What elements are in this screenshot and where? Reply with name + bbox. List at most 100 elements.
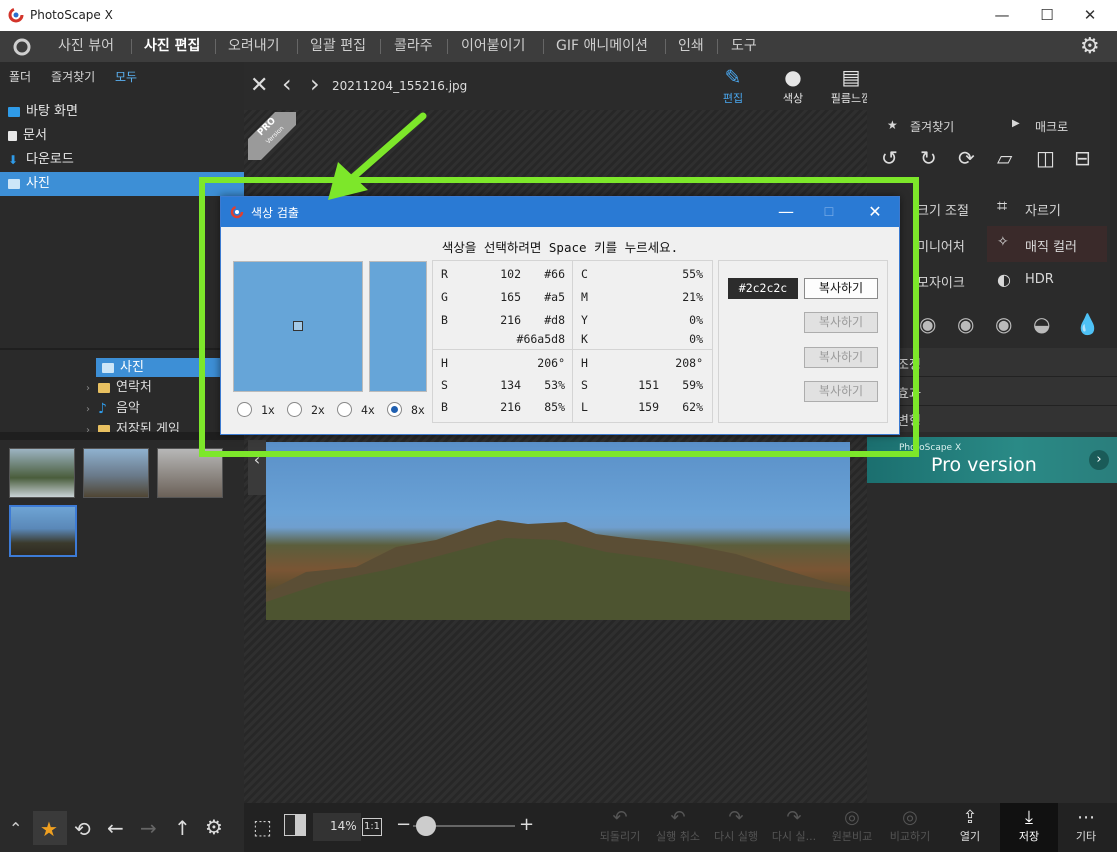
zoom-1x-label: 1x (261, 403, 275, 417)
tab-folders[interactable]: 폴더 (9, 68, 31, 85)
up-arrow-icon[interactable]: ↑ (174, 816, 191, 840)
tree-item-pictures[interactable]: 사진 (0, 172, 244, 196)
minimize-button[interactable]: — (980, 4, 1024, 28)
rotate-right-icon[interactable]: ↻ (920, 146, 937, 170)
thumbnail-4-selected[interactable] (9, 505, 77, 557)
folder-settings-gear-icon[interactable]: ⚙ (205, 815, 223, 839)
rotate-left-icon[interactable]: ↺ (881, 146, 898, 170)
crop-icon[interactable]: ⌗ (997, 196, 1007, 217)
original-compare-button[interactable]: ◎ 원본비교 (822, 807, 882, 844)
menu-photo-editor[interactable]: 사진 편집 (144, 31, 200, 62)
tab-favorites[interactable]: 즐겨찾기 (51, 68, 95, 85)
refresh-icon[interactable]: ⟲ (74, 817, 91, 841)
flip-vertical-icon[interactable]: ⊟ (1074, 146, 1091, 170)
zoom-4x-radio[interactable] (337, 402, 352, 417)
menu-collage[interactable]: 콜라주 (394, 31, 433, 62)
compare-button[interactable]: ◎ 비교하기 (880, 807, 940, 844)
miniature-label[interactable]: 미니어처 (917, 236, 965, 255)
tree-item-contacts[interactable]: › 연락처 (86, 378, 152, 398)
hsl-values: H 208° S 151 59% L 159 62% (572, 349, 713, 423)
undo-button[interactable]: ↶ 실행 취소 (648, 807, 708, 844)
half-circle-icon[interactable]: ◒ (1033, 312, 1050, 336)
menu-cut-out[interactable]: 오려내기 (228, 31, 280, 62)
forward-arrow-icon[interactable]: → (140, 816, 157, 840)
right-panel: ★ 즐겨찾기 ▶ 매크로 ↺ ↻ ⟳ ▱ ◫ ⊟ 크기 조절 ⌗ 자르기 미니어… (867, 62, 1117, 803)
crop-label[interactable]: 자르기 (1025, 200, 1061, 219)
chevron-up-icon[interactable]: ⌃ (9, 819, 22, 838)
mosaic-label[interactable]: 모자이크 (917, 272, 965, 291)
magic-color-label[interactable]: 매직 컬러 (1025, 236, 1077, 255)
tree-item-music[interactable]: › ♪ 음악 (86, 399, 140, 419)
thumbnail-3[interactable] (157, 448, 223, 498)
zoom-value[interactable]: 14% (330, 819, 357, 833)
copy-hsb-button[interactable]: 복사하기 (804, 347, 878, 368)
zoom-in-icon[interactable]: + (519, 814, 534, 835)
resize-label[interactable]: 크기 조절 (917, 200, 969, 219)
download-arrow-icon: ⬇ (8, 152, 19, 167)
menu-combine[interactable]: 이어붙이기 (461, 31, 525, 62)
tool-color[interactable]: ● 색상 (763, 62, 823, 106)
magic-wand-icon[interactable]: ✧ (997, 234, 1009, 250)
maximize-button[interactable]: ☐ (1025, 4, 1069, 28)
section-adjust[interactable]: 조정 (897, 354, 921, 373)
rotate-free-icon[interactable]: ⟳ (958, 146, 975, 170)
copy-hex-button[interactable]: 복사하기 (804, 278, 878, 299)
save-button[interactable]: ⤓ 저장 (999, 807, 1059, 844)
menu-gif[interactable]: GIF 애니메이션 (556, 31, 648, 62)
copy-hsl-button[interactable]: 복사하기 (804, 381, 878, 402)
zoom-out-icon[interactable]: − (396, 814, 411, 835)
pro-version-banner[interactable]: PhotoScape X Pro version › (867, 437, 1117, 483)
tool-edit[interactable]: ✎ 편집 (703, 62, 763, 106)
redo-button[interactable]: ↷ 다시 실행 (706, 807, 766, 844)
menu-tools[interactable]: 도구 (731, 31, 757, 62)
thumbnail-1[interactable] (9, 448, 75, 498)
redo-all-button[interactable]: ↷ 다시 실... (764, 807, 824, 844)
vignette-icon-2[interactable]: ◉ (957, 312, 974, 336)
tree-item-documents[interactable]: 문서 (0, 124, 244, 148)
previous-arrow-icon[interactable]: ‹ (282, 70, 292, 98)
hdr-icon[interactable]: ◐ (997, 270, 1011, 289)
tree-item-saved-games[interactable]: › 저장된 게임 (86, 420, 180, 432)
compare-split-icon[interactable] (284, 814, 306, 836)
zoom-2x-radio[interactable] (287, 402, 302, 417)
section-effects[interactable]: 효과 (897, 383, 921, 402)
section-transform[interactable]: 변형 (897, 410, 921, 429)
actual-size-button[interactable]: 1:1 (362, 818, 382, 836)
zoom-8x-radio[interactable] (387, 402, 402, 417)
open-button[interactable]: ⇪ 열기 (940, 807, 1000, 844)
menu-photo-viewer[interactable]: 사진 뷰어 (58, 31, 114, 62)
vignette-icon-1[interactable]: ◉ (919, 312, 936, 336)
thumbnail-2[interactable] (83, 448, 149, 498)
dialog-minimize-button[interactable]: — (766, 200, 806, 224)
straighten-icon[interactable]: ▱ (997, 146, 1012, 170)
back-arrow-icon[interactable]: ← (107, 816, 124, 840)
zoom-slider-handle[interactable] (416, 816, 436, 836)
flip-horizontal-icon[interactable]: ◫ (1036, 146, 1055, 170)
more-button[interactable]: ⋯ 기타 (1056, 807, 1116, 844)
menu-print[interactable]: 인쇄 (678, 31, 704, 62)
hdr-label[interactable]: HDR (1025, 272, 1054, 287)
menu-batch[interactable]: 일괄 편집 (310, 31, 366, 62)
copy-rgb-button[interactable]: 복사하기 (804, 312, 878, 333)
dialog-close-button[interactable]: ✕ (855, 200, 895, 224)
tree-item-desktop[interactable]: 바탕 화면 (0, 100, 244, 124)
next-arrow-icon[interactable]: › (310, 70, 320, 98)
home-icon[interactable] (12, 37, 32, 57)
drop-icon[interactable]: 💧 (1075, 312, 1100, 336)
collapse-left-arrow-icon[interactable]: ‹ (248, 440, 266, 495)
zoom-1x-radio[interactable] (237, 402, 252, 417)
revert-button[interactable]: ↶ 되돌리기 (590, 807, 650, 844)
close-button[interactable]: ✕ (1068, 4, 1112, 28)
right-macro[interactable]: 매크로 (1035, 118, 1068, 135)
settings-gear-icon[interactable]: ⚙ (1080, 34, 1100, 59)
play-icon[interactable]: ▶ (1012, 118, 1020, 129)
tree-item-pictures-selected[interactable]: 사진 (96, 358, 221, 377)
favorites-star-icon[interactable]: ★ (887, 118, 898, 132)
tree-item-downloads[interactable]: ⬇ 다운로드 (0, 148, 244, 172)
close-photo-icon[interactable]: ✕ (250, 73, 268, 98)
selection-icon[interactable]: ⬚ (253, 815, 272, 839)
tab-all[interactable]: 모두 (115, 68, 137, 85)
star-icon[interactable]: ★ (40, 817, 58, 841)
vignette-icon-3[interactable]: ◉ (995, 312, 1012, 336)
right-favorites[interactable]: 즐겨찾기 (910, 118, 954, 135)
